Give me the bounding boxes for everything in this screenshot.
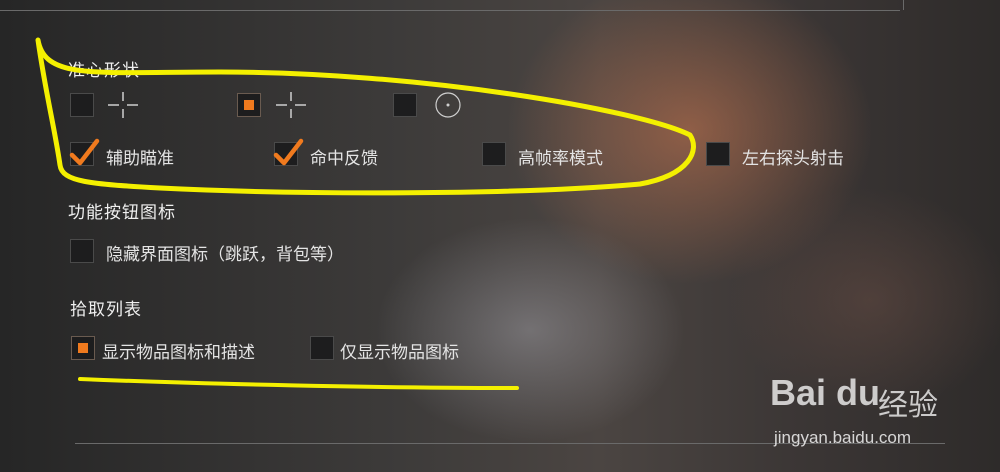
watermark-cn: 经验 — [878, 388, 938, 423]
crosshair-section-title: 准心形状 — [68, 61, 140, 81]
show-icon-and-desc-radio[interactable] — [71, 336, 95, 360]
checkmark-icon — [273, 138, 304, 166]
watermark-url: jingyan.baidu.com — [774, 428, 912, 447]
hide-ui-icons-label: 隐藏界面图标（跳跃，背包等） — [106, 245, 344, 265]
peek-fire-checkbox[interactable] — [706, 142, 730, 166]
assist-aim-checkbox[interactable] — [69, 138, 100, 166]
show-icon-and-desc-label: 显示物品图标和描述 — [102, 343, 255, 363]
show-icon-only-label: 仅显示物品图标 — [340, 343, 459, 363]
hide-ui-icons-checkbox[interactable] — [70, 239, 94, 263]
high-framerate-checkbox[interactable] — [482, 142, 506, 166]
checkmark-icon — [69, 138, 100, 166]
watermark-logo: Bai du — [770, 372, 881, 413]
assist-aim-label: 辅助瞄准 — [106, 149, 174, 169]
crosshair-shape-1-radio[interactable] — [70, 93, 94, 117]
function-buttons-section-title: 功能按钮图标 — [68, 203, 176, 223]
crosshair-dot-circle-icon — [435, 92, 461, 118]
high-framerate-label: 高帧率模式 — [518, 149, 603, 169]
crosshair-shape-2-radio[interactable] — [237, 93, 261, 117]
annotation-underline — [78, 377, 519, 390]
top-divider — [0, 10, 900, 11]
top-corner-divider — [903, 0, 904, 10]
crosshair-cross-icon — [276, 92, 306, 118]
baidu-jingyan-watermark: Bai du 经验 jingyan.baidu.com — [760, 360, 980, 460]
crosshair-shape-3-radio[interactable] — [393, 93, 417, 117]
crosshair-cross-icon — [108, 92, 138, 118]
hit-feedback-checkbox[interactable] — [273, 138, 304, 166]
hit-feedback-label: 命中反馈 — [310, 149, 378, 169]
pickup-section-title: 拾取列表 — [70, 300, 142, 320]
show-icon-only-radio[interactable] — [310, 336, 334, 360]
peek-fire-label: 左右探头射击 — [742, 149, 844, 169]
